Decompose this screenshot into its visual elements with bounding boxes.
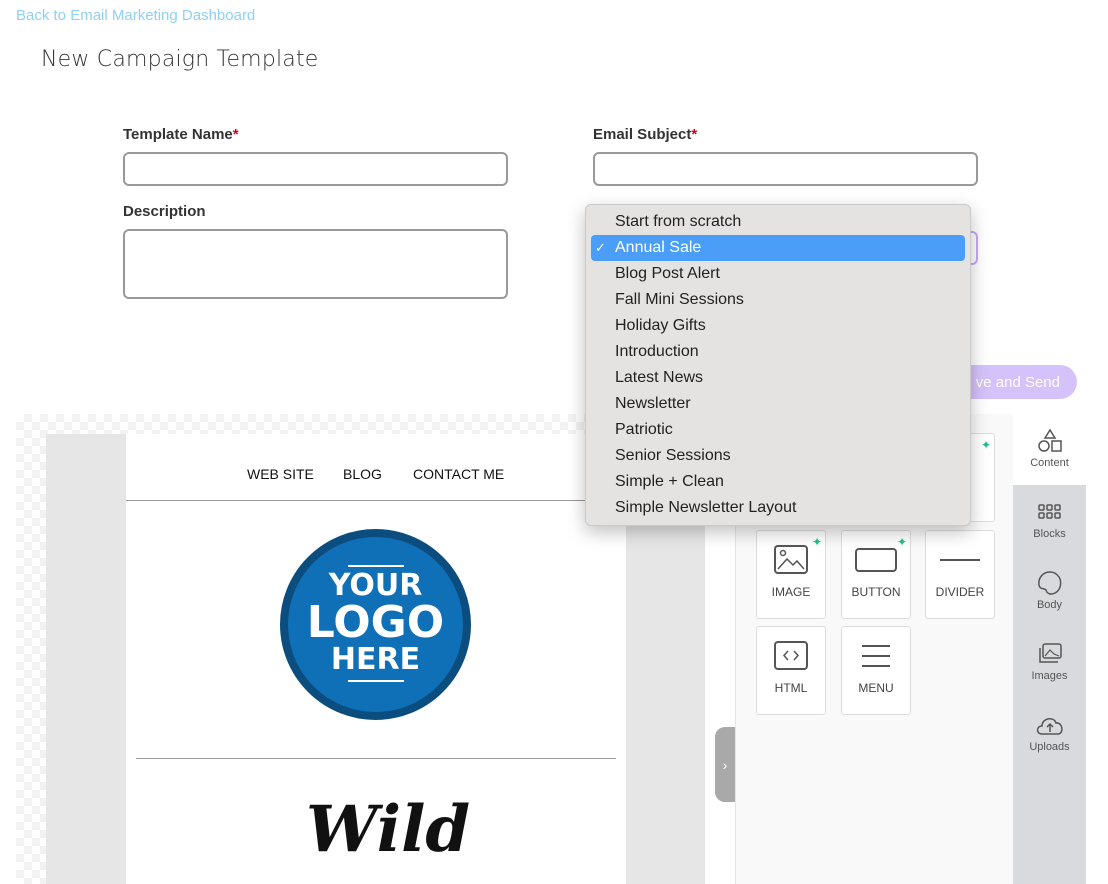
logo: YOUR LOGO HERE — [280, 529, 471, 720]
dropdown-option[interactable]: Blog Post Alert — [591, 261, 965, 287]
label-text: Template Name — [123, 126, 233, 143]
collapse-panel-handle[interactable]: › — [715, 727, 735, 802]
tool-label: MENU — [858, 681, 894, 695]
nav-website[interactable]: WEB SITE — [247, 466, 314, 482]
tab-blocks[interactable]: Blocks — [1013, 485, 1086, 556]
option-label: Newsletter — [615, 395, 691, 412]
divider — [136, 758, 616, 759]
nav-contact[interactable]: CONTACT ME — [413, 466, 504, 482]
option-label: Blog Post Alert — [615, 265, 720, 282]
script-title: Wild — [306, 792, 471, 867]
checkmark-icon: ✓ — [595, 240, 606, 255]
dropdown-option[interactable]: Patriotic — [591, 417, 965, 443]
required-mark: * — [232, 126, 239, 143]
divider — [126, 500, 626, 501]
option-label: Fall Mini Sessions — [615, 291, 744, 308]
dropdown-option[interactable]: Latest News — [591, 365, 965, 391]
option-label: Annual Sale — [615, 239, 702, 256]
label-text: Email Subject — [593, 126, 692, 143]
back-to-dashboard-link[interactable]: Back to Email Marketing Dashboard — [16, 7, 255, 24]
side-tabs: Content Blocks Body Images Uploads — [1013, 414, 1086, 884]
sparkle-icon: ✦ — [980, 438, 991, 452]
email-subject-input[interactable] — [593, 152, 978, 186]
tab-body[interactable]: Body — [1013, 556, 1086, 627]
dropdown-option[interactable]: Start from scratch — [591, 209, 965, 235]
required-mark: * — [691, 126, 698, 143]
description-label: Description — [123, 203, 206, 220]
tab-uploads[interactable]: Uploads — [1013, 698, 1086, 769]
tab-images[interactable]: Images — [1013, 627, 1086, 698]
tab-label: Body — [1036, 599, 1063, 611]
tool-label: IMAGE — [771, 585, 811, 599]
option-label: Holiday Gifts — [615, 317, 706, 334]
tool-label: DIVIDER — [935, 585, 985, 599]
dropdown-option[interactable]: Newsletter — [591, 391, 965, 417]
tab-label: Content — [1030, 457, 1069, 469]
logo-text: HERE — [330, 642, 421, 677]
tab-label: Uploads — [1029, 741, 1070, 753]
logo-text: LOGO — [306, 597, 445, 648]
divider-icon — [940, 559, 980, 561]
tool-button[interactable]: ✦ BUTTON — [841, 530, 911, 619]
shapes-icon — [1037, 428, 1062, 452]
email-preview: WEB SITE BLOG CONTACT ME YOUR LOGO HERE … — [126, 434, 626, 884]
nav-blog[interactable]: BLOG — [343, 466, 382, 482]
dropdown-option[interactable]: ✓ Annual Sale — [591, 235, 965, 261]
tool-menu[interactable]: MENU — [841, 626, 911, 715]
sparkle-icon: ✦ — [896, 535, 907, 549]
cloud-upload-icon — [1036, 718, 1063, 735]
template-name-label: Template Name* — [123, 126, 239, 143]
tab-content[interactable]: Content — [1013, 414, 1086, 485]
palette-icon — [1037, 571, 1061, 595]
option-label: Patriotic — [615, 421, 673, 438]
tool-label: BUTTON — [851, 585, 901, 599]
chevron-right-icon: › — [722, 756, 728, 773]
sparkle-icon: ✦ — [811, 535, 822, 549]
image-icon — [774, 545, 808, 574]
template-dropdown-menu: Start from scratch ✓ Annual Sale Blog Post … — [585, 204, 971, 526]
option-label: Senior Sessions — [615, 447, 731, 464]
tab-label: Blocks — [1033, 528, 1066, 540]
dropdown-option[interactable]: Simple + Clean — [591, 469, 965, 495]
code-icon — [774, 641, 808, 670]
tool-html[interactable]: HTML — [756, 626, 826, 715]
option-label: Introduction — [615, 343, 699, 360]
option-label: Start from scratch — [615, 213, 742, 230]
dropdown-option[interactable]: Senior Sessions — [591, 443, 965, 469]
template-name-input[interactable] — [123, 152, 508, 186]
images-icon — [1038, 643, 1062, 663]
description-textarea[interactable] — [123, 229, 508, 299]
email-subject-label: Email Subject* — [593, 126, 697, 143]
menu-icon — [862, 645, 890, 667]
dropdown-option[interactable]: Simple Newsletter Layout — [591, 495, 965, 521]
option-label: Latest News — [615, 369, 704, 386]
tab-label: Images — [1031, 670, 1068, 682]
option-label: Simple Newsletter Layout — [615, 499, 797, 516]
tool-divider[interactable]: DIVIDER — [925, 530, 995, 619]
dropdown-option[interactable]: Introduction — [591, 339, 965, 365]
dropdown-option[interactable]: Fall Mini Sessions — [591, 287, 965, 313]
dropdown-option[interactable]: Holiday Gifts — [591, 313, 965, 339]
option-label: Simple + Clean — [615, 473, 724, 490]
blocks-icon — [1037, 504, 1061, 519]
tool-label: HTML — [774, 681, 808, 695]
button-icon — [855, 548, 897, 572]
tool-image[interactable]: ✦ IMAGE — [756, 530, 826, 619]
page-title: New Campaign Template — [41, 47, 319, 72]
